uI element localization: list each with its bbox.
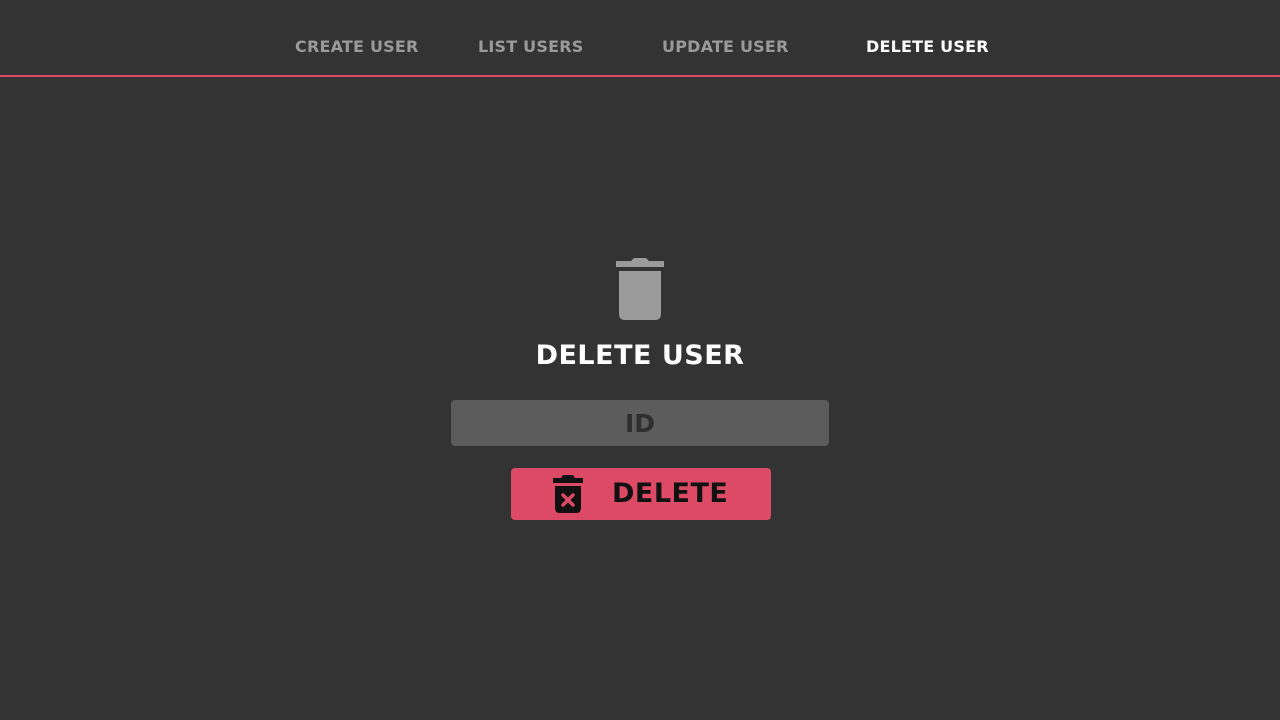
page-title: DELETE USER (535, 340, 745, 371)
delete-button-label: DELETE (612, 478, 729, 509)
tab-create-user[interactable]: CREATE USER (295, 37, 419, 56)
id-input[interactable] (451, 400, 829, 446)
top-nav: CREATE USER LIST USERS UPDATE USER DELET… (0, 0, 1280, 77)
trash-x-icon (553, 475, 583, 513)
tab-delete-user[interactable]: DELETE USER (866, 37, 989, 56)
delete-button[interactable]: DELETE (511, 468, 771, 520)
tab-list-users[interactable]: LIST USERS (478, 37, 583, 56)
trash-icon (614, 256, 666, 322)
tab-update-user[interactable]: UPDATE USER (662, 37, 789, 56)
